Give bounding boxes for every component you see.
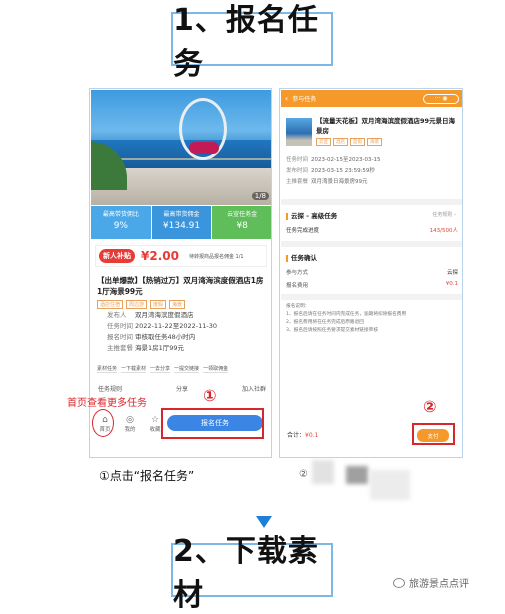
new-user-subsidy-banner[interactable]: 新人补贴 ¥2.00 待转报商品报名佣金 1/1: [95, 245, 267, 267]
task-title: 【流量天花板】双月湾海滨度假酒店99元景日海景房: [316, 117, 456, 135]
tag: 周边游: [126, 300, 148, 309]
join-community-button[interactable]: 加入社群: [242, 384, 266, 393]
subsidy-tag: 新人补贴: [99, 249, 135, 263]
highlight-signup-button: [161, 408, 264, 439]
miniapp-capsule[interactable]: ··· ◉: [423, 93, 459, 104]
info-row: 主推套餐 海景1房1厅99元: [107, 344, 185, 352]
user-icon: ◎: [126, 415, 134, 425]
info-row: 任务时间 2022-11-22至2022-11-30: [107, 322, 218, 330]
caption-step1: ①点击“报名任务”: [99, 469, 195, 483]
subsidy-note: 待转报商品报名佣金 1/1: [188, 253, 244, 260]
step2-title: 2、下载素材: [171, 534, 333, 613]
back-icon[interactable]: ‹: [285, 94, 288, 103]
highlight-home-tab: [92, 409, 114, 437]
header-bar: ‹ 参与任务 ··· ◉: [281, 90, 462, 107]
task-steps: 素材任务 一下载素材 一去分享 一提交链接 一领取佣金: [97, 366, 229, 373]
tag: 酒店住宿: [97, 300, 124, 309]
progress-value: 143/500人: [429, 228, 458, 234]
info-row: 发布人 双月湾海滨度假酒店: [107, 311, 194, 319]
home-hint-text: 首页查看更多任务: [67, 398, 147, 409]
blurred-area: [346, 466, 368, 484]
tag: 海景: [169, 300, 186, 309]
wechat-icon: [393, 577, 405, 588]
blurred-area: [312, 460, 334, 484]
signup-fee: 报名费用 ¥0.1: [286, 281, 458, 289]
tag: 度假: [150, 300, 167, 309]
header-title: 参与任务: [292, 96, 317, 103]
section-task-type: 云探 - 高级任务: [286, 210, 337, 220]
task-rules-button[interactable]: 任务规则: [98, 384, 122, 393]
info-row: 报名时间 审核取任务48小时内: [107, 333, 196, 341]
highlight-pay-button: [412, 423, 455, 445]
task-tags: 云宣 酒店 度假 海景: [316, 138, 382, 146]
progress-row: 任务完成进度 143/500人: [286, 228, 458, 234]
commission-stats: 最高带货佣比 9% 最高带货佣金 ¥134.91 云宣任务金 ¥8: [91, 206, 271, 239]
step-marker-2: ②: [423, 397, 437, 416]
info-row: 任务时间 2023-02-15至2023-03-15: [286, 157, 381, 163]
photo-counter: 1/8: [251, 192, 269, 200]
info-row: 主推套餐 双月湾景日海景房99元: [286, 179, 368, 185]
signup-notes: 报名说明： 1、报名后请在任务时间内完成任务，逾期将扣除报名费用 2、报名费用将…: [286, 304, 407, 333]
stat-item: 最高带货佣比 9%: [91, 206, 152, 239]
task-title: 【出单爆款】【热销过万】双月湾海滨度假酒店1房1厅海景99元: [97, 276, 264, 296]
watermark: 旅游景点点评: [393, 575, 469, 590]
stat-item: 最高带货佣金 ¥134.91: [151, 206, 213, 239]
participation-mode: 参与方式 云探: [286, 270, 458, 276]
step1-title: 1、报名任务: [171, 3, 333, 82]
tab-mine[interactable]: ◎ 我的: [119, 415, 141, 433]
subsidy-amount: ¥2.00: [141, 249, 179, 263]
blurred-area: [370, 470, 410, 500]
hotel-photo: 1/8: [91, 90, 271, 205]
hotel-thumbnail: [286, 118, 312, 146]
task-info: 发布人 双月湾海滨度假酒店 任务时间 2022-11-22至2022-11-30 报…: [97, 310, 267, 354]
task-rules-link[interactable]: 任务规则 ›: [432, 211, 456, 218]
stat-item: 云宣任务金 ¥8: [212, 206, 271, 239]
step-marker-1: ①: [203, 386, 217, 405]
section-confirm: 任务确认: [286, 252, 317, 262]
share-button[interactable]: 分享: [176, 384, 188, 393]
task-tags: 酒店住宿 周边游 度假 海景: [97, 300, 186, 309]
caption-step2: ②: [299, 469, 308, 480]
info-row: 发布时间 2023-03-15 23:59:59秒: [286, 168, 375, 174]
task-info: 任务时间 2023-02-15至2023-03-15 发布时间 2023-03-15…: [286, 155, 458, 188]
total: 合计：¥0.1: [287, 431, 319, 439]
action-row: 任务规则 分享 加入社群: [98, 384, 266, 393]
